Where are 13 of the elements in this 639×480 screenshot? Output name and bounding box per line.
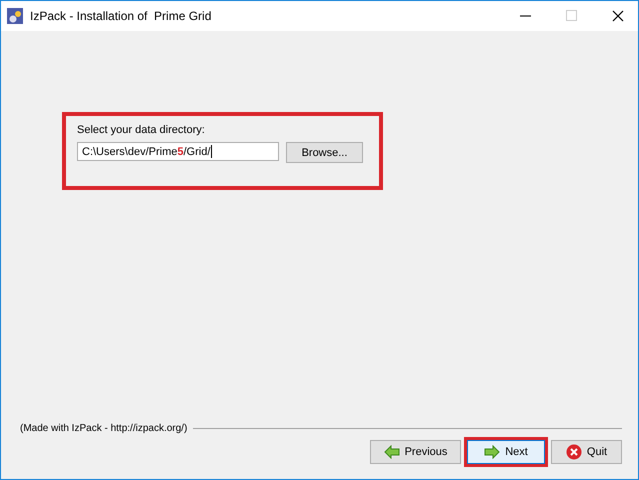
close-icon[interactable]: [612, 10, 624, 22]
arrow-left-icon: [384, 445, 400, 459]
directory-label: Select your data directory:: [77, 124, 206, 136]
next-button[interactable]: Next: [467, 440, 545, 464]
stop-icon: [566, 444, 582, 460]
window-title: IzPack - Installation of Prime Grid: [30, 9, 212, 23]
previous-button[interactable]: Previous: [370, 440, 461, 464]
arrow-right-icon: [484, 445, 500, 459]
credit-text: (Made with IzPack - http://izpack.org/): [20, 423, 188, 434]
browse-button[interactable]: Browse...: [286, 142, 363, 163]
path-field[interactable]: C:\Users\dev/Prime5/Grid/: [77, 142, 279, 161]
quit-button[interactable]: Quit: [551, 440, 622, 464]
app-icon: [7, 8, 23, 24]
